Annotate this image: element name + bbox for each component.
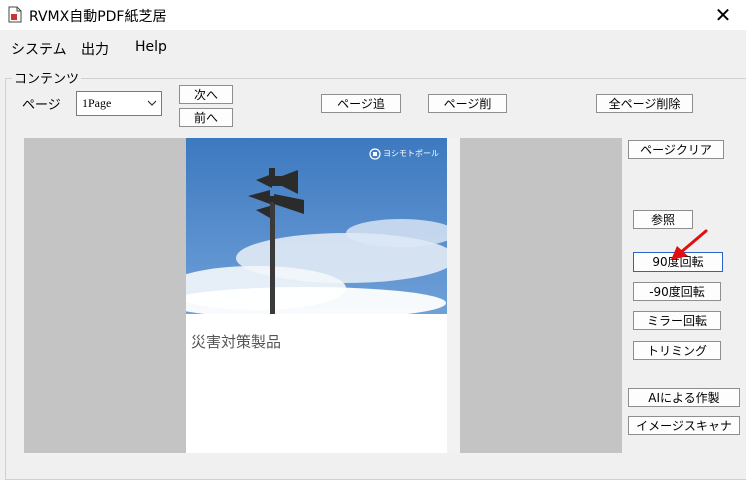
brand-name: ヨシモトポール [383, 149, 439, 158]
delete-all-pages-button[interactable]: 全ページ削除 [596, 94, 693, 113]
page-clear-button[interactable]: ページクリア [628, 140, 724, 159]
browse-button[interactable]: 参照 [633, 210, 693, 229]
page-select[interactable]: 1Page [76, 91, 162, 116]
document-page-preview: ヨシモトポール 災害対策製品 [186, 138, 447, 453]
chevron-down-icon [147, 100, 157, 106]
menu-help[interactable]: Help [135, 39, 167, 55]
red-arrow-icon [671, 229, 708, 260]
menu-system[interactable]: システム [11, 39, 67, 59]
page-select-value: 1Page [82, 96, 112, 110]
document-icon [8, 6, 22, 23]
content-group-legend: コンテンツ [12, 68, 82, 87]
prev-button[interactable]: 前へ [179, 108, 233, 127]
delete-page-button[interactable]: ページ削 [428, 94, 507, 113]
siren-pole-photo [186, 138, 447, 314]
window-title: RVMX自動PDF紙芝居 [29, 9, 167, 25]
add-page-button[interactable]: ページ追 [321, 94, 401, 113]
document-heading: 災害対策製品 [191, 333, 282, 351]
ai-create-button[interactable]: AIによる作製 [628, 388, 740, 407]
menu-bar: システム 出力 Help [0, 34, 746, 60]
viewer-right-pane [460, 138, 622, 453]
title-bar: RVMX自動PDF紙芝居 ✕ [0, 0, 746, 30]
page-label: ページ [22, 98, 61, 113]
menu-output[interactable]: 出力 [81, 39, 109, 59]
image-scanner-button[interactable]: イメージスキャナ [628, 416, 740, 435]
rotate-minus-90-button[interactable]: -90度回転 [633, 282, 721, 301]
mirror-rotate-button[interactable]: ミラー回転 [633, 311, 721, 330]
close-button[interactable]: ✕ [700, 0, 746, 30]
viewer-left-pane [24, 138, 186, 453]
viewer-divider [447, 138, 460, 453]
next-button[interactable]: 次へ [179, 85, 233, 104]
trimming-button[interactable]: トリミング [633, 341, 721, 360]
